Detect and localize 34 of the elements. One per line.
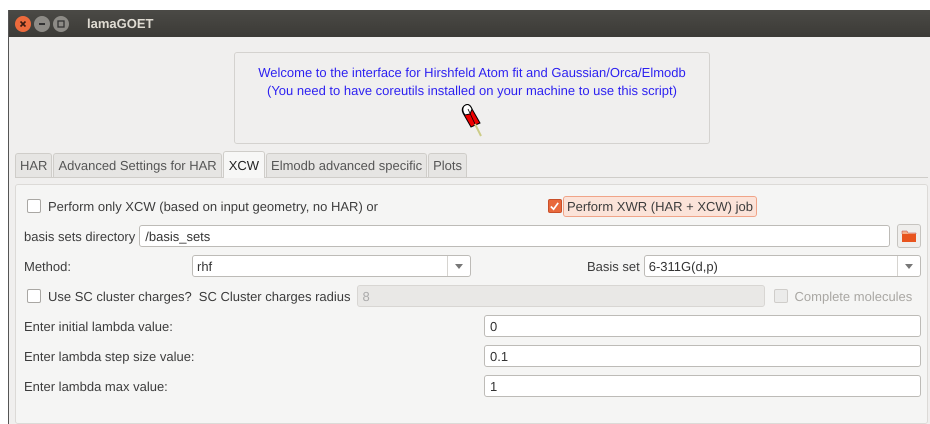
window-title: lamaGOET xyxy=(87,16,154,31)
minimize-icon xyxy=(39,22,45,24)
tab[interactable]: Plots xyxy=(428,153,467,177)
method-dropdown[interactable]: rhf xyxy=(192,255,471,277)
field-label: Enter lambda step size value: xyxy=(24,348,196,364)
checkbox-option[interactable]: Use SC cluster charges? xyxy=(24,288,195,304)
checkbox-option[interactable]: Perform only XCW (based on input geometry, no HAR) or xyxy=(24,198,381,214)
tab[interactable]: XCW xyxy=(222,151,266,178)
checkbox[interactable] xyxy=(27,199,41,213)
dropdown-arrow-icon xyxy=(455,264,463,268)
minimize-button[interactable] xyxy=(34,16,50,32)
basis-set-dropdown[interactable]: 6-311G(d,p) xyxy=(644,255,921,277)
field-label: Basis set xyxy=(587,258,640,274)
welcome-text: (You need to have coreutils installed on your machine to use this script) xyxy=(267,83,677,98)
input-field[interactable]: 0 xyxy=(484,315,921,337)
dropdown-arrow-icon xyxy=(905,264,913,268)
checkbox[interactable] xyxy=(27,289,41,303)
input-field[interactable]: 1 xyxy=(484,375,921,397)
browse-button[interactable] xyxy=(897,224,921,248)
field-label: SC Cluster charges radius xyxy=(198,288,351,304)
field-label: Method: xyxy=(24,258,72,274)
folder-icon xyxy=(901,229,917,243)
close-button[interactable] xyxy=(15,16,31,32)
checkbox[interactable] xyxy=(548,199,562,213)
field-label: Enter initial lambda value: xyxy=(24,318,174,334)
tab[interactable]: Elmodb advanced specific xyxy=(266,153,428,177)
input-field[interactable]: /basis_sets xyxy=(139,225,890,247)
tab[interactable]: Advanced Settings for HAR xyxy=(53,153,222,177)
tab[interactable]: HAR xyxy=(15,153,52,177)
welcome-text: Welcome to the interface for Hirshfeld Atom fit and Gaussian/Orca/Elmodb xyxy=(258,65,686,80)
field-label: basis sets directory xyxy=(24,228,136,244)
field-label: Enter lambda max value: xyxy=(24,378,169,394)
maximize-button[interactable] xyxy=(53,16,69,32)
input-field[interactable]: 0.1 xyxy=(484,345,921,367)
